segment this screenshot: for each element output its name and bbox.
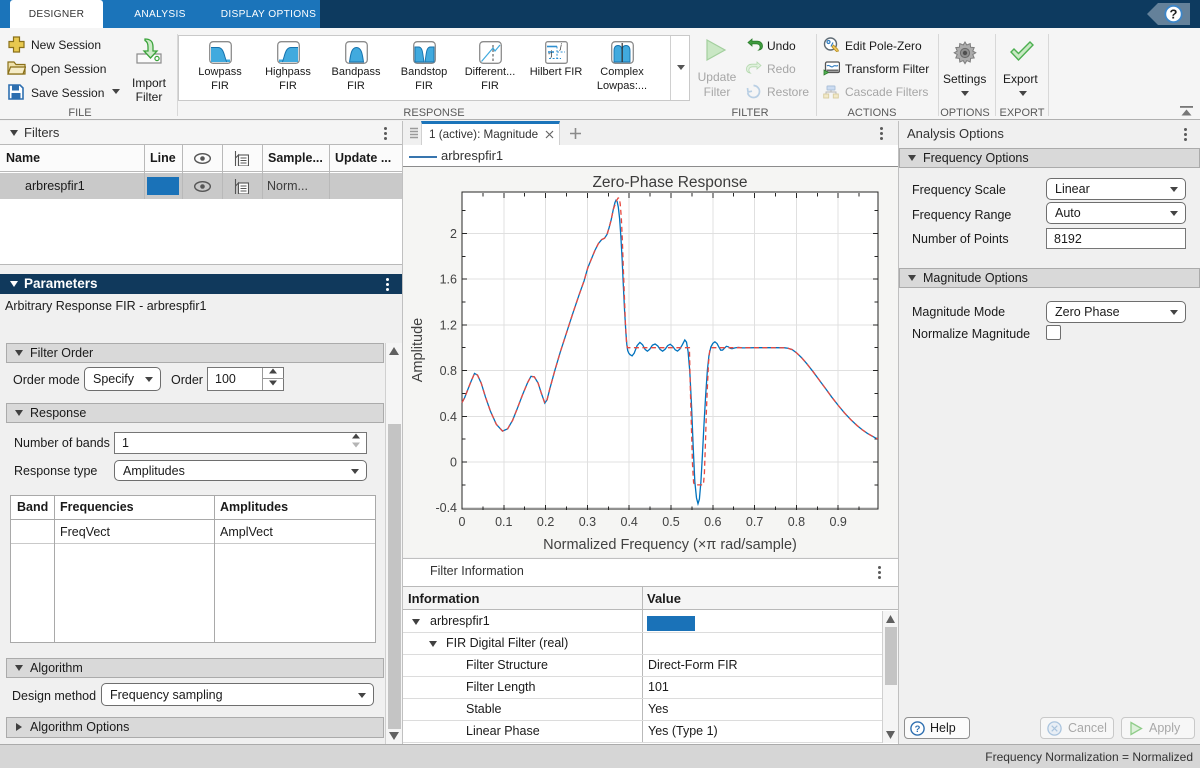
- svg-text:0.9: 0.9: [830, 515, 847, 529]
- svg-text:Zero-Phase Response: Zero-Phase Response: [592, 174, 747, 191]
- svg-text:0.4: 0.4: [621, 515, 638, 529]
- svg-text:1.2: 1.2: [440, 318, 457, 332]
- svg-text:0.8: 0.8: [788, 515, 805, 529]
- svg-text:1.6: 1.6: [440, 273, 457, 287]
- svg-text:-j: -j: [548, 49, 553, 58]
- svg-text:0.7: 0.7: [746, 515, 763, 529]
- svg-text:Normalized Frequency (×π rad/s: Normalized Frequency (×π rad/sample): [543, 537, 797, 553]
- svg-text:?: ?: [915, 724, 921, 735]
- svg-text:0.4: 0.4: [440, 410, 457, 424]
- svg-text:2: 2: [450, 227, 457, 241]
- svg-text:0.6: 0.6: [704, 515, 721, 529]
- svg-text:0: 0: [450, 456, 457, 470]
- svg-text:0.5: 0.5: [662, 515, 679, 529]
- svg-text:0.8: 0.8: [440, 364, 457, 378]
- svg-text:0: 0: [459, 515, 466, 529]
- svg-text:0.1: 0.1: [495, 515, 512, 529]
- svg-text:-0.4: -0.4: [435, 501, 457, 515]
- svg-text:0.3: 0.3: [579, 515, 596, 529]
- svg-text:?: ?: [1170, 6, 1178, 21]
- svg-text:Amplitude: Amplitude: [410, 318, 426, 382]
- svg-text:j: j: [559, 42, 562, 51]
- svg-text:0.2: 0.2: [537, 515, 554, 529]
